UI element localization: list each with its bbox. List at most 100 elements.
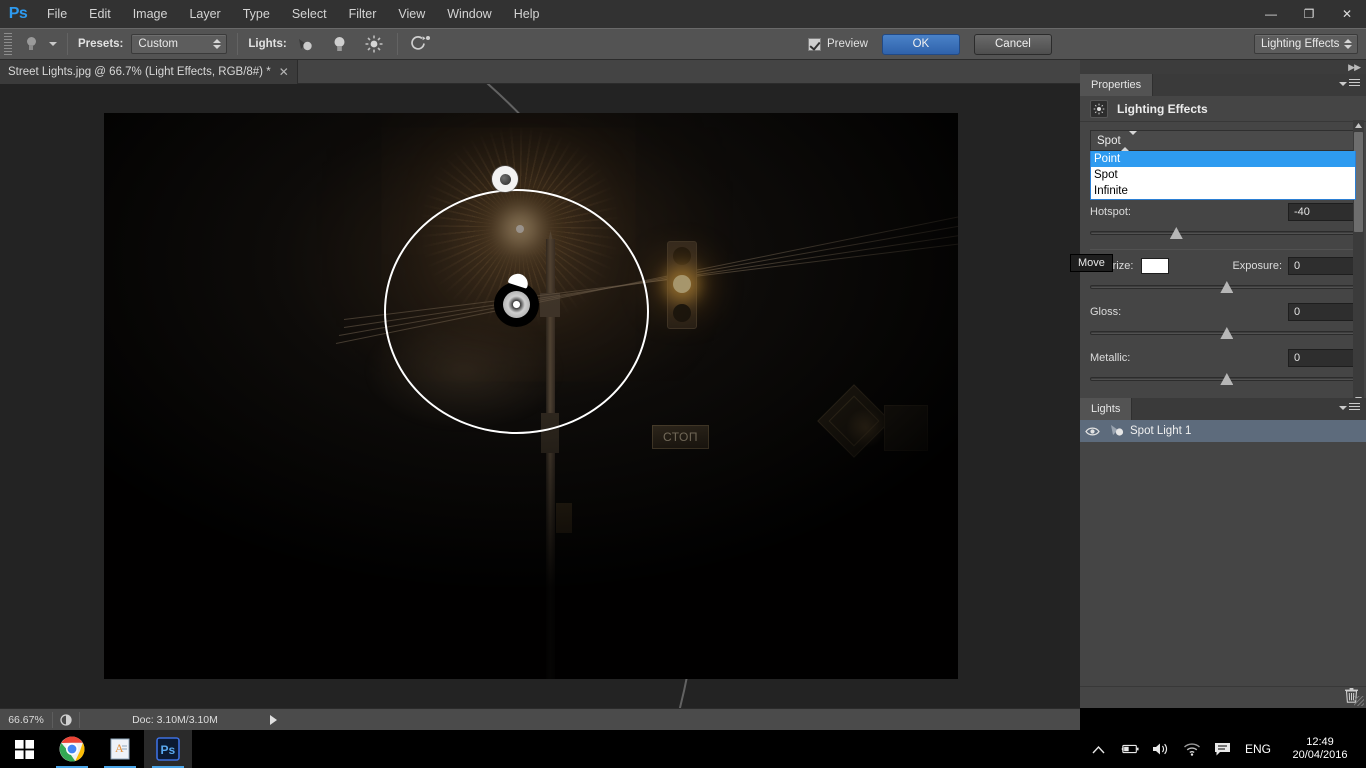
lighting-properties-body: Spot Point Spot Infinite Hotspot: -40 (1080, 122, 1366, 405)
dropdown-option-point[interactable]: Point (1091, 151, 1355, 167)
gloss-label: Gloss: (1090, 306, 1121, 318)
spot-light-icon (1104, 424, 1130, 438)
expand-panels-icon[interactable]: ▶▶ (1348, 62, 1360, 73)
svg-text:A: A (115, 741, 124, 755)
exposure-value[interactable]: 0 (1288, 257, 1356, 275)
image-canvas[interactable]: СТОП (104, 113, 958, 679)
light-type-select[interactable]: Spot (1090, 130, 1356, 151)
close-button[interactable]: ✕ (1328, 0, 1366, 28)
lightbulb-icon (27, 37, 36, 51)
volume-icon[interactable] (1152, 742, 1170, 756)
minimize-button[interactable]: — (1252, 0, 1290, 28)
close-icon[interactable]: ✕ (279, 65, 289, 79)
workspace-select[interactable]: Lighting Effects (1254, 34, 1358, 54)
panel-resize-grip[interactable] (1354, 696, 1364, 706)
gloss-row: Gloss: 0 (1090, 303, 1356, 321)
menu-select[interactable]: Select (281, 0, 338, 28)
colorize-exposure-row: Colorize: Exposure: 0 (1090, 257, 1356, 275)
window-controls: — ❐ ✕ (1252, 0, 1366, 28)
lights-list: Spot Light 1 (1080, 420, 1366, 686)
presets-select[interactable]: Custom (131, 34, 227, 54)
options-bar-grip[interactable] (4, 33, 12, 55)
properties-panel-title: Lighting Effects (1117, 102, 1208, 116)
divider (1090, 249, 1356, 250)
photoshop-icon: Ps (156, 737, 180, 761)
restore-button[interactable]: ❐ (1290, 0, 1328, 28)
gloss-value[interactable]: 0 (1288, 303, 1356, 321)
spot-light-icon[interactable] (293, 32, 319, 56)
windows-logo-icon (15, 740, 34, 759)
hotspot-row: Hotspot: -40 (1090, 203, 1356, 221)
svg-text:Ps: Ps (161, 743, 176, 757)
list-item[interactable]: Spot Light 1 (1080, 420, 1366, 442)
status-expand-arrow-icon[interactable] (270, 715, 277, 725)
menu-file[interactable]: File (36, 0, 78, 28)
preview-label: Preview (827, 38, 868, 50)
battery-icon[interactable] (1121, 743, 1139, 755)
wifi-icon[interactable] (1183, 742, 1201, 756)
metallic-label: Metallic: (1090, 352, 1130, 364)
infinite-light-icon[interactable] (361, 32, 387, 56)
ok-button[interactable]: OK (882, 34, 960, 55)
light-type-dropdown: Point Spot Infinite (1090, 151, 1356, 200)
menu-layer[interactable]: Layer (178, 0, 231, 28)
document-tab[interactable]: Street Lights.jpg @ 66.7% (Light Effects… (0, 60, 298, 84)
hotspot-slider[interactable] (1090, 225, 1356, 241)
scroll-up-arrow-icon[interactable] (1354, 121, 1363, 130)
status-bar: 66.67% Doc: 3.10M/3.10M (0, 708, 1080, 730)
taskbar-photoshop[interactable]: Ps (144, 730, 192, 768)
taskbar-wordpad[interactable]: A (96, 730, 144, 768)
workspace-area[interactable]: СТОП (0, 84, 1080, 708)
metallic-row: Metallic: 0 (1090, 349, 1356, 367)
tab-lights[interactable]: Lights (1080, 398, 1132, 420)
properties-panel-header: Lighting Effects (1080, 96, 1366, 122)
menu-filter[interactable]: Filter (338, 0, 388, 28)
dropdown-option-spot[interactable]: Spot (1091, 167, 1355, 183)
metallic-value[interactable]: 0 (1288, 349, 1356, 367)
clock-date: 20/04/2016 (1284, 749, 1356, 762)
eye-icon[interactable] (1080, 426, 1104, 437)
lights-panel: Lights (1080, 398, 1366, 708)
gloss-slider[interactable] (1090, 325, 1356, 341)
reset-lights-icon[interactable] (408, 32, 434, 56)
dropdown-option-infinite[interactable]: Infinite (1091, 183, 1355, 199)
document-size: Doc: 3.10M/3.10M (80, 714, 270, 726)
windows-taskbar: A Ps (0, 730, 1366, 768)
menu-view[interactable]: View (387, 0, 436, 28)
show-hidden-icons-chevron[interactable] (1090, 745, 1108, 754)
language-indicator[interactable]: ENG (1245, 742, 1271, 756)
menu-image[interactable]: Image (122, 0, 179, 28)
system-tray: ENG 12:49 20/04/2016 (1090, 730, 1366, 768)
colorize-swatch[interactable] (1141, 258, 1169, 274)
dock-collapse-bar[interactable]: ▶▶ (1080, 60, 1366, 74)
lights-panel-tab-bar: Lights (1080, 398, 1366, 420)
current-tool-icon[interactable] (18, 32, 44, 56)
document-tab-title: Street Lights.jpg @ 66.7% (Light Effects… (8, 66, 271, 78)
menu-window[interactable]: Window (436, 0, 502, 28)
clock[interactable]: 12:49 20/04/2016 (1284, 736, 1356, 762)
action-center-icon[interactable] (1214, 742, 1232, 757)
start-button[interactable] (0, 730, 48, 768)
presets-label: Presets: (78, 38, 123, 50)
tool-preset-chevron-down-icon[interactable] (49, 42, 57, 46)
zoom-level[interactable]: 66.67% (0, 714, 52, 726)
document-icon: A (108, 737, 132, 761)
menu-edit[interactable]: Edit (78, 0, 122, 28)
document-profile-icon[interactable] (53, 714, 79, 726)
menu-help[interactable]: Help (503, 0, 551, 28)
exposure-slider[interactable] (1090, 279, 1356, 295)
menu-type[interactable]: Type (232, 0, 281, 28)
workspace-stepper-icon (1344, 39, 1352, 49)
tab-properties[interactable]: Properties (1080, 74, 1153, 96)
properties-panel: Properties (1080, 74, 1366, 405)
cancel-button[interactable]: Cancel (974, 34, 1052, 55)
panel-menu-icon[interactable] (1339, 403, 1360, 412)
hotspot-value[interactable]: -40 (1288, 203, 1356, 221)
menu-bar: Ps File Edit Image Layer Type Select Fil… (0, 0, 1366, 28)
taskbar-chrome[interactable] (48, 730, 96, 768)
metallic-slider[interactable] (1090, 371, 1356, 387)
preview-checkbox[interactable]: Preview (808, 38, 868, 51)
panel-menu-icon[interactable] (1339, 79, 1360, 88)
point-light-icon[interactable] (327, 32, 353, 56)
properties-panel-tab-bar: Properties (1080, 74, 1366, 96)
